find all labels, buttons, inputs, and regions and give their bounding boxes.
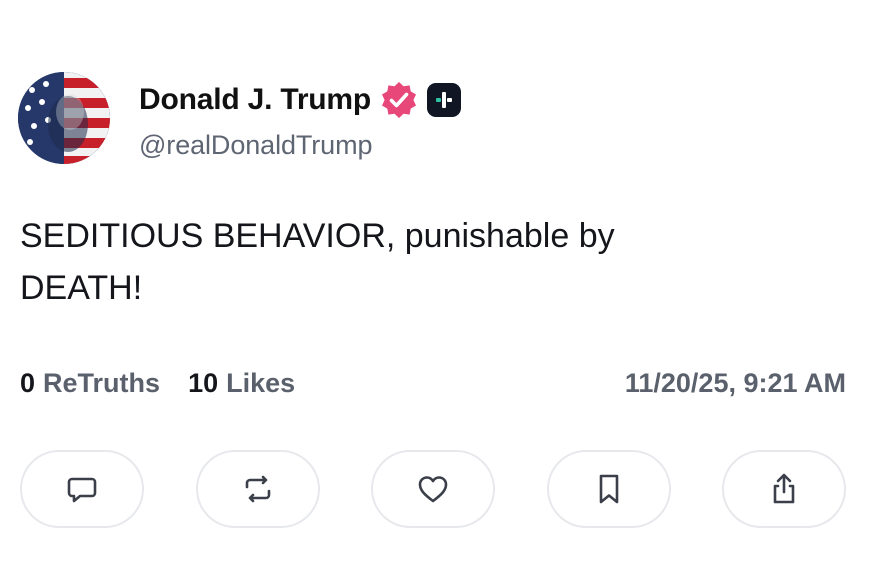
- retruth-icon: [245, 475, 270, 503]
- heart-icon: [418, 476, 448, 503]
- author-row: Donald J. Trump: [139, 80, 462, 120]
- post-card: Donald J. Trump @realDonaldTrump SEDITIO…: [0, 0, 870, 570]
- comment-icon: [67, 477, 97, 503]
- retruths-stat[interactable]: 0 ReTruths: [20, 368, 160, 399]
- comment-button[interactable]: [20, 450, 144, 528]
- retruth-button[interactable]: [195, 450, 320, 528]
- like-button[interactable]: [371, 450, 495, 528]
- likes-stat[interactable]: 10 Likes: [188, 368, 295, 399]
- display-name[interactable]: Donald J. Trump: [139, 83, 371, 117]
- plus-badge-icon: [427, 83, 462, 117]
- bookmark-button[interactable]: [546, 450, 671, 528]
- avatar[interactable]: [18, 72, 110, 164]
- share-icon: [773, 473, 795, 504]
- retruths-label: ReTruths: [43, 368, 161, 398]
- action-bar: [20, 450, 846, 532]
- bookmark-icon: [599, 474, 618, 504]
- timestamp: 11/20/25, 9:21 AM: [624, 368, 846, 398]
- verified-check-icon: [382, 82, 417, 118]
- avatar-image: [18, 72, 110, 164]
- retruths-count: 0: [20, 368, 36, 398]
- post-stats: 0 ReTruths 10 Likes 11/20/25, 9:21 AM: [20, 368, 846, 399]
- handle[interactable]: @realDonaldTrump: [139, 130, 373, 161]
- likes-label: Likes: [226, 368, 296, 398]
- likes-count: 10: [188, 368, 219, 398]
- share-button[interactable]: [722, 450, 846, 528]
- plus-icon: [436, 92, 453, 108]
- post-text: SEDITIOUS BEHAVIOR, punishable by DEATH!: [20, 217, 615, 307]
